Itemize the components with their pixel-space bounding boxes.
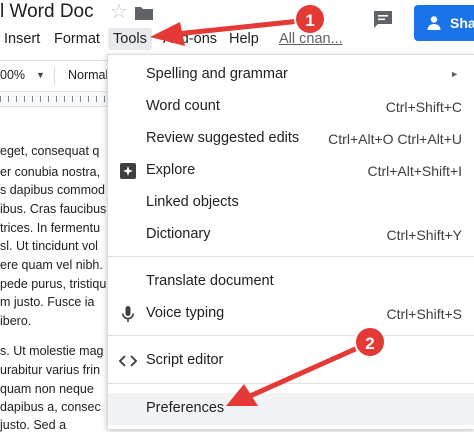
menu-divider	[108, 335, 474, 336]
menu-item-preferences[interactable]: Preferences	[108, 393, 474, 425]
submenu-arrow-icon: ►	[450, 69, 459, 79]
menu-item-translate-document[interactable]: Translate document	[108, 266, 474, 298]
tools-menu: Spelling and grammar ► Word count Ctrl+S…	[107, 54, 474, 429]
step-1-badge: 1	[294, 3, 326, 35]
menu-divider	[108, 383, 474, 384]
document-line: dapibus a, consec	[0, 400, 101, 414]
explore-icon	[120, 163, 136, 179]
menu-item-script-editor[interactable]: Script editor	[108, 345, 474, 377]
ruler-ticks	[0, 96, 110, 102]
menu-item-review-suggested-edits[interactable]: Review suggested edits Ctrl+Alt+O Ctrl+A…	[108, 123, 474, 155]
document-line: ere quam vel nibh.	[0, 258, 103, 272]
menu-item-word-count[interactable]: Word count Ctrl+Shift+C	[108, 91, 474, 123]
folder-icon[interactable]	[134, 5, 154, 21]
menu-item-label: Spelling and grammar	[146, 66, 288, 82]
microphone-icon	[122, 306, 134, 322]
menu-item-label: Preferences	[146, 400, 225, 416]
document-line: ibus. Cras faucibus c	[0, 202, 117, 216]
star-icon[interactable]: ☆	[110, 2, 128, 22]
document-line: trices. In fermentu	[0, 221, 101, 235]
paragraph-style-select[interactable]: Normal	[68, 68, 108, 82]
menu-item-shortcut: Ctrl+Shift+C	[385, 99, 462, 115]
menu-item-label: Voice typing	[146, 305, 225, 321]
menu-item-linked-objects[interactable]: Linked objects	[108, 187, 474, 219]
menu-help[interactable]: Help	[229, 28, 259, 50]
menu-item-shortcut: Ctrl+Alt+O Ctrl+Alt+U	[328, 131, 462, 147]
menu-item-label: Explore	[146, 162, 196, 178]
code-icon	[119, 355, 137, 367]
document-line: quam non neque	[0, 382, 94, 396]
menu-item-label: Dictionary	[146, 226, 211, 242]
menu-tools[interactable]: Tools	[108, 28, 152, 50]
document-line: m justo. Fusce ia	[0, 295, 95, 309]
zoom-dropdown-icon[interactable]: ▼	[36, 70, 45, 80]
step-2-badge: 2	[354, 326, 386, 358]
document-line: urabitur varius frin	[0, 363, 101, 377]
document-line: ibero.	[0, 314, 32, 328]
document-line: sl. Ut tincidunt vol	[0, 239, 98, 253]
menu-format[interactable]: Format	[54, 28, 100, 50]
menu-item-label: Script editor	[146, 352, 224, 368]
menu-divider	[108, 256, 474, 257]
menu-item-shortcut: Ctrl+Shift+S	[386, 306, 462, 322]
comment-history-icon[interactable]	[372, 10, 394, 30]
menu-item-label: Translate document	[146, 273, 274, 289]
document-title[interactable]: l Word Doc	[0, 1, 94, 23]
menu-insert[interactable]: Insert	[4, 28, 40, 50]
document-line: justo. Sed a	[0, 418, 67, 432]
document-line: er conubia nostra,	[0, 165, 101, 179]
document-line: s. Ut molestie mag	[0, 344, 104, 358]
menu-item-label: Review suggested edits	[146, 130, 300, 146]
menu-bar: Insert Format Tools Add-ons Help All cha…	[0, 28, 474, 52]
zoom-select[interactable]: 00%	[0, 68, 25, 82]
menu-item-shortcut: Ctrl+Shift+Y	[386, 227, 462, 243]
menu-item-voice-typing[interactable]: Voice typing Ctrl+Shift+S	[108, 298, 474, 330]
title-bar: l Word Doc ☆ Shar	[0, 0, 474, 41]
toolbar-divider	[54, 67, 55, 85]
menu-item-spelling-and-grammar[interactable]: Spelling and grammar ►	[108, 59, 474, 91]
document-line: s dapibus commod	[0, 183, 105, 197]
menu-item-explore[interactable]: Explore Ctrl+Alt+Shift+I	[108, 155, 474, 187]
menu-item-label: Word count	[146, 98, 220, 114]
menu-item-dictionary[interactable]: Dictionary Ctrl+Shift+Y	[108, 219, 474, 251]
menu-item-shortcut: Ctrl+Alt+Shift+I	[367, 163, 462, 179]
document-line: eget, consequat q	[0, 144, 100, 158]
menu-add-ons[interactable]: Add-ons	[163, 28, 217, 50]
document-line: pede purus, tristiqu	[0, 277, 107, 291]
menu-item-label: Linked objects	[146, 194, 239, 210]
